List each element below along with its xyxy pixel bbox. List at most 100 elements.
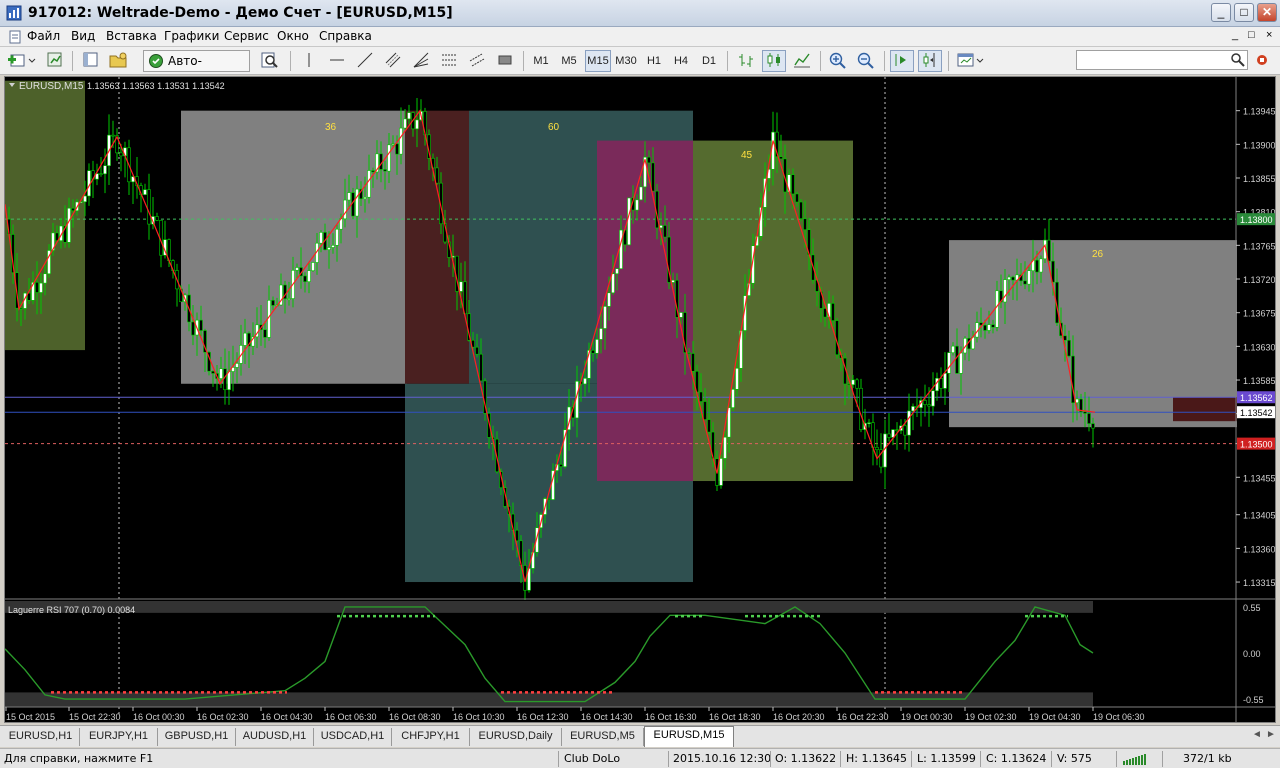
- candle-body: [559, 464, 563, 467]
- price-label: 1.13720: [1243, 275, 1275, 285]
- line-chart-button[interactable]: [790, 50, 814, 72]
- chart-tab[interactable]: CHFJPY,H1: [392, 728, 470, 746]
- profiles-button[interactable]: [44, 50, 66, 72]
- candle-body: [211, 370, 215, 374]
- zoom-in-button[interactable]: [826, 50, 850, 72]
- market-watch-button[interactable]: [80, 50, 102, 72]
- chart-tab[interactable]: GBPUSD,H1: [158, 728, 236, 746]
- fibo-channel-button[interactable]: [466, 50, 488, 72]
- menu-insert[interactable]: Вставка: [106, 29, 157, 43]
- candle-body: [327, 247, 331, 251]
- candle-body: [991, 324, 995, 328]
- candle-body: [867, 422, 871, 424]
- timeframe-m15-button[interactable]: M15: [585, 50, 611, 72]
- chart-tab[interactable]: EURUSD,M5: [562, 728, 644, 746]
- candle-body: [955, 345, 959, 374]
- price-chart[interactable]: 1.139451.139001.138551.138101.137651.137…: [4, 77, 1276, 722]
- tab-scroll-left-button[interactable]: ◄: [1252, 729, 1262, 740]
- horizontal-line-button[interactable]: [326, 50, 348, 72]
- candle-body: [263, 329, 267, 338]
- candle-body: [607, 292, 611, 307]
- trendline-button[interactable]: [354, 50, 376, 72]
- candle-body: [595, 339, 599, 354]
- mdi-minimize-button[interactable]: _: [1232, 29, 1238, 41]
- candle-body: [319, 232, 323, 244]
- candle-body: [1091, 423, 1095, 429]
- menu-charts[interactable]: Графики: [164, 29, 219, 43]
- rectangle-button[interactable]: [494, 50, 516, 72]
- fibo-levels-button[interactable]: [438, 50, 460, 72]
- maximize-button[interactable]: □: [1234, 3, 1254, 22]
- timeframe-h1-button[interactable]: H1: [643, 50, 665, 72]
- candlestick-icon: [767, 53, 780, 67]
- strategy-tester-button[interactable]: [258, 50, 282, 72]
- candle-body: [307, 270, 311, 282]
- tab-scroll-right-button[interactable]: ►: [1266, 729, 1276, 740]
- candle-body: [951, 345, 955, 353]
- candle-body: [303, 275, 307, 282]
- candle-body: [1067, 339, 1071, 357]
- chart-tab[interactable]: EURJPY,H1: [80, 728, 158, 746]
- candle-body: [615, 268, 619, 274]
- zone-box: [1173, 397, 1237, 422]
- chart-window[interactable]: 1.13945 1.13900 1.13855 1.13810 1.13765 1.137…: [4, 76, 1276, 723]
- menu-view[interactable]: Вид: [71, 29, 95, 43]
- timeframe-m5-button[interactable]: M5: [557, 50, 581, 72]
- equidistant-channel-button[interactable]: [382, 50, 404, 72]
- timeframe-m30-button[interactable]: M30: [613, 50, 639, 72]
- templates-button[interactable]: [954, 50, 986, 72]
- autoscroll-icon: [895, 54, 906, 66]
- candlestick-chart-button[interactable]: [762, 50, 786, 72]
- navigator-button[interactable]: [106, 50, 132, 72]
- candle-body: [939, 378, 943, 389]
- fibo-levels-icon: [442, 54, 456, 66]
- new-chart-button[interactable]: [6, 50, 40, 72]
- vertical-line-button[interactable]: [300, 50, 318, 72]
- price-label: 1.13585: [1243, 376, 1275, 386]
- timeframe-m1-button[interactable]: M1: [529, 50, 553, 72]
- search-icon[interactable]: [1230, 52, 1246, 68]
- time-label: 16 Oct 22:30: [837, 712, 889, 722]
- time-label: 16 Oct 04:30: [261, 712, 313, 722]
- price-label: 1.13675: [1243, 309, 1275, 319]
- candle-body: [35, 282, 39, 293]
- zoom-in-icon: [829, 52, 846, 69]
- status-profile: Club DoLo: [564, 752, 621, 765]
- fibo-fan-button[interactable]: [410, 50, 432, 72]
- search-input[interactable]: [1076, 50, 1248, 70]
- time-label: 19 Oct 04:30: [1029, 712, 1081, 722]
- chart-tab[interactable]: USDCAD,H1: [314, 728, 392, 746]
- autoscroll-button[interactable]: [890, 50, 914, 72]
- chart-tab[interactable]: AUDUSD,H1: [236, 728, 314, 746]
- mdi-close-button[interactable]: ×: [1266, 29, 1272, 41]
- line-chart-icon: [794, 53, 810, 68]
- menu-tools[interactable]: Сервис: [224, 29, 269, 43]
- candle-body: [475, 346, 479, 355]
- mdi-restore-button[interactable]: □: [1248, 29, 1255, 41]
- settings-icon[interactable]: [1255, 53, 1269, 67]
- chart-shift-button[interactable]: [918, 50, 942, 72]
- autotrading-button[interactable]: Авто-торговля: [143, 50, 250, 88]
- chart-tab[interactable]: EURUSD,H1: [2, 728, 80, 746]
- price-label: 1.13405: [1243, 511, 1275, 521]
- zoom-out-button[interactable]: [854, 50, 878, 72]
- chart-tab[interactable]: EURUSD,M15: [644, 726, 734, 747]
- candle-body: [1087, 413, 1091, 424]
- timeframe-h4-button[interactable]: H4: [670, 50, 692, 72]
- window-titlebar[interactable]: 917012: Weltrade-Demo - Демо Счет - [EUR…: [0, 0, 1280, 27]
- close-button[interactable]: ✕: [1257, 3, 1277, 22]
- minimize-button[interactable]: _: [1211, 3, 1231, 22]
- timeframe-d1-button[interactable]: D1: [698, 50, 720, 72]
- menu-window[interactable]: Окно: [277, 29, 309, 43]
- candle-body: [39, 282, 43, 293]
- zone-count-label: 36: [325, 122, 337, 133]
- candle-body: [599, 328, 603, 340]
- candle-body: [771, 131, 775, 170]
- menu-help[interactable]: Справка: [319, 29, 372, 43]
- candle-body: [907, 410, 911, 436]
- chart-tab[interactable]: EURUSD,Daily: [470, 728, 562, 746]
- menu-file[interactable]: Файл: [27, 29, 60, 43]
- document-icon[interactable]: [8, 30, 22, 44]
- bar-chart-button[interactable]: [734, 50, 758, 72]
- candle-body: [647, 156, 651, 164]
